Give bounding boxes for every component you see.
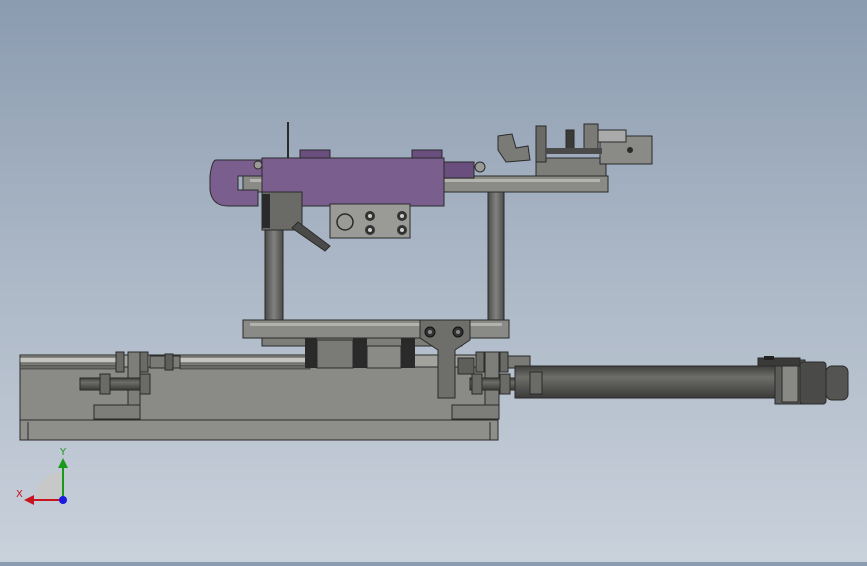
coordinate-triad: Y X	[16, 447, 68, 505]
y-axis-arrow	[58, 458, 68, 468]
cad-viewport[interactable]: Y X	[0, 0, 867, 562]
y-axis-label: Y	[59, 447, 67, 458]
x-axis-arrow	[24, 495, 34, 505]
gripper-assembly	[497, 123, 653, 177]
z-axis-dot	[59, 496, 67, 504]
assembly-drawing: Y X	[16, 122, 849, 505]
purple-clamp-head	[209, 122, 486, 207]
pneumatic-cylinder	[514, 356, 849, 405]
x-axis-label: X	[16, 489, 23, 500]
